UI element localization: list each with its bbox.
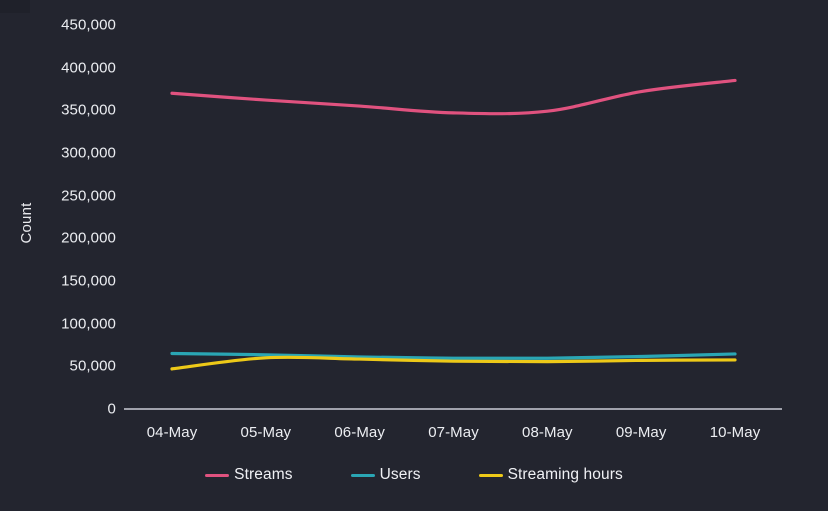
chart-container: Count 0 50,000 100,000 150,000 200,000 250,00…: [0, 0, 828, 511]
x-axis-tick-label: 10-May: [709, 424, 761, 441]
x-axis-tick-label: 07-May: [428, 424, 479, 441]
x-axis-tick-label: 04-May: [146, 424, 198, 441]
legend-swatch-icon: [478, 473, 503, 477]
chart-legend: Streams Users Streaming hours: [0, 466, 828, 484]
series-line-streams: [170, 78, 737, 116]
legend-item-label: Users: [379, 466, 421, 483]
legend-swatch-icon: [205, 473, 230, 477]
x-axis-tick-label: 09-May: [615, 424, 667, 441]
legend-item-label: Streams: [234, 466, 293, 483]
legend-swatch-icon: [350, 473, 375, 477]
legend-item[interactable]: Users: [350, 466, 421, 484]
plot-area: [124, 78, 782, 410]
x-axis-tick-label: 06-May: [334, 424, 385, 441]
x-axis-tick-label: 08-May: [522, 424, 573, 441]
legend-item[interactable]: Streaming hours: [478, 466, 623, 484]
legend-item-label: Streaming hours: [507, 466, 623, 483]
x-axis-tick-label: 05-May: [240, 424, 292, 441]
legend-item[interactable]: Streams: [205, 466, 292, 484]
